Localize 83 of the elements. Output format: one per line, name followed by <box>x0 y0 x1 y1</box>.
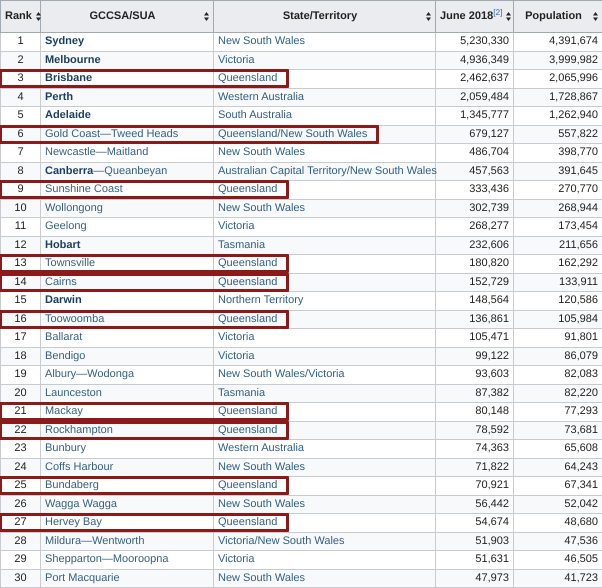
rank-text: 7 <box>17 146 24 158</box>
number-cell: 93,603 <box>436 366 514 384</box>
city-link[interactable]: Perth <box>45 90 74 103</box>
number-cell: 180,820 <box>436 254 514 273</box>
number-cell: 486,704 <box>436 144 514 162</box>
city-link[interactable]: Mackay <box>45 405 83 418</box>
state-link[interactable]: Victoria <box>218 350 254 362</box>
number-cell: 74,363 <box>436 440 514 458</box>
city-link[interactable]: Bunbury <box>45 442 86 454</box>
rank-text: 3 <box>17 72 24 84</box>
rank-text: 18 <box>14 350 27 362</box>
number-cell: 105,471 <box>436 328 514 347</box>
rank-text: 21 <box>14 405 27 418</box>
state-link[interactable]: Queensland <box>218 424 278 436</box>
rank-text: 11 <box>14 220 26 232</box>
number-cell: 47,973 <box>436 569 514 588</box>
city-link[interactable]: Darwin <box>45 294 82 306</box>
city-link[interactable]: Geelong <box>45 220 87 232</box>
state-link[interactable]: Victoria <box>218 54 254 66</box>
sort-icon[interactable] <box>506 12 512 21</box>
rank-text: 16 <box>14 312 27 325</box>
state-link[interactable]: Queensland <box>218 405 278 418</box>
number-cell: 70,921 <box>436 476 514 495</box>
rank-text: 13 <box>14 257 27 270</box>
column-header[interactable]: State/Territory <box>214 0 436 32</box>
rank-text: 14 <box>14 276 27 288</box>
state-link[interactable]: Queensland <box>218 183 278 196</box>
rank-text: 28 <box>14 534 27 547</box>
rank-text: 30 <box>14 572 27 584</box>
rank-text: 17 <box>14 331 27 344</box>
state-link[interactable]: Queensland <box>218 516 278 528</box>
rank-text: 26 <box>14 498 27 510</box>
number-cell: 1,345,777 <box>436 106 514 125</box>
rank-text: 8 <box>17 164 24 177</box>
rank-text: 4 <box>17 90 24 103</box>
city-link[interactable]: Sydney <box>45 35 84 48</box>
state-link[interactable]: Tasmania <box>218 386 266 399</box>
rank-text: 6 <box>17 128 24 140</box>
state-link[interactable]: Tasmania <box>218 238 266 251</box>
city-link[interactable]: Brisbane <box>45 72 92 84</box>
rank-text: 27 <box>14 516 27 528</box>
rank-text: 19 <box>14 368 27 380</box>
rank-text: 25 <box>14 479 27 492</box>
number-cell: 148,564 <box>436 292 514 310</box>
rank-text: 24 <box>14 460 27 473</box>
rank-text: 2 <box>17 54 24 66</box>
number-cell: 5,230,330 <box>436 32 514 51</box>
state-link[interactable]: Queensland <box>218 72 278 84</box>
rank-text: 29 <box>14 553 27 566</box>
rank-text: 20 <box>14 386 27 399</box>
number-cell: 2,462,637 <box>436 70 514 88</box>
state-link[interactable]: Queensland <box>218 276 278 288</box>
state-link[interactable]: Queensland <box>218 479 278 492</box>
sort-icon[interactable] <box>593 12 598 21</box>
number-cell: 54,674 <box>436 514 514 532</box>
column-header[interactable]: Rank <box>0 0 40 32</box>
sort-icon[interactable] <box>426 12 431 21</box>
state-link[interactable]: Queensland <box>218 312 278 325</box>
column-header[interactable]: GCCSA/SUA <box>40 0 214 32</box>
number-cell: 268,277 <box>436 218 514 236</box>
city-link[interactable]: Hobart <box>45 238 80 251</box>
city-link[interactable]: Adelaide <box>45 109 91 122</box>
rank-text: 5 <box>17 109 24 122</box>
city-link[interactable]: Townsville <box>45 257 96 270</box>
city-link[interactable]: Cairns <box>45 276 77 288</box>
city-link[interactable]: Bendigo <box>45 350 86 362</box>
state-link[interactable]: Victoria <box>218 220 254 232</box>
number-cell: 333,436 <box>436 180 514 199</box>
rank-text: 23 <box>14 442 27 454</box>
city-link[interactable]: Ballarat <box>45 331 82 344</box>
rank-text: 12 <box>14 238 27 251</box>
number-cell: 80,148 <box>436 402 514 421</box>
rank-text: 22 <box>14 424 27 436</box>
rank-text: 1 <box>17 35 24 48</box>
rank-text: 10 <box>14 202 27 214</box>
state-link[interactable]: Queensland <box>218 257 278 270</box>
number-cell: 51,631 <box>436 550 514 569</box>
rank-text: 15 <box>14 294 27 306</box>
rank-text: 9 <box>17 183 24 196</box>
state-link[interactable]: Victoria <box>218 553 254 566</box>
sort-icon[interactable] <box>204 12 209 21</box>
sort-icon[interactable] <box>36 12 41 21</box>
state-link[interactable]: Victoria <box>218 331 254 344</box>
